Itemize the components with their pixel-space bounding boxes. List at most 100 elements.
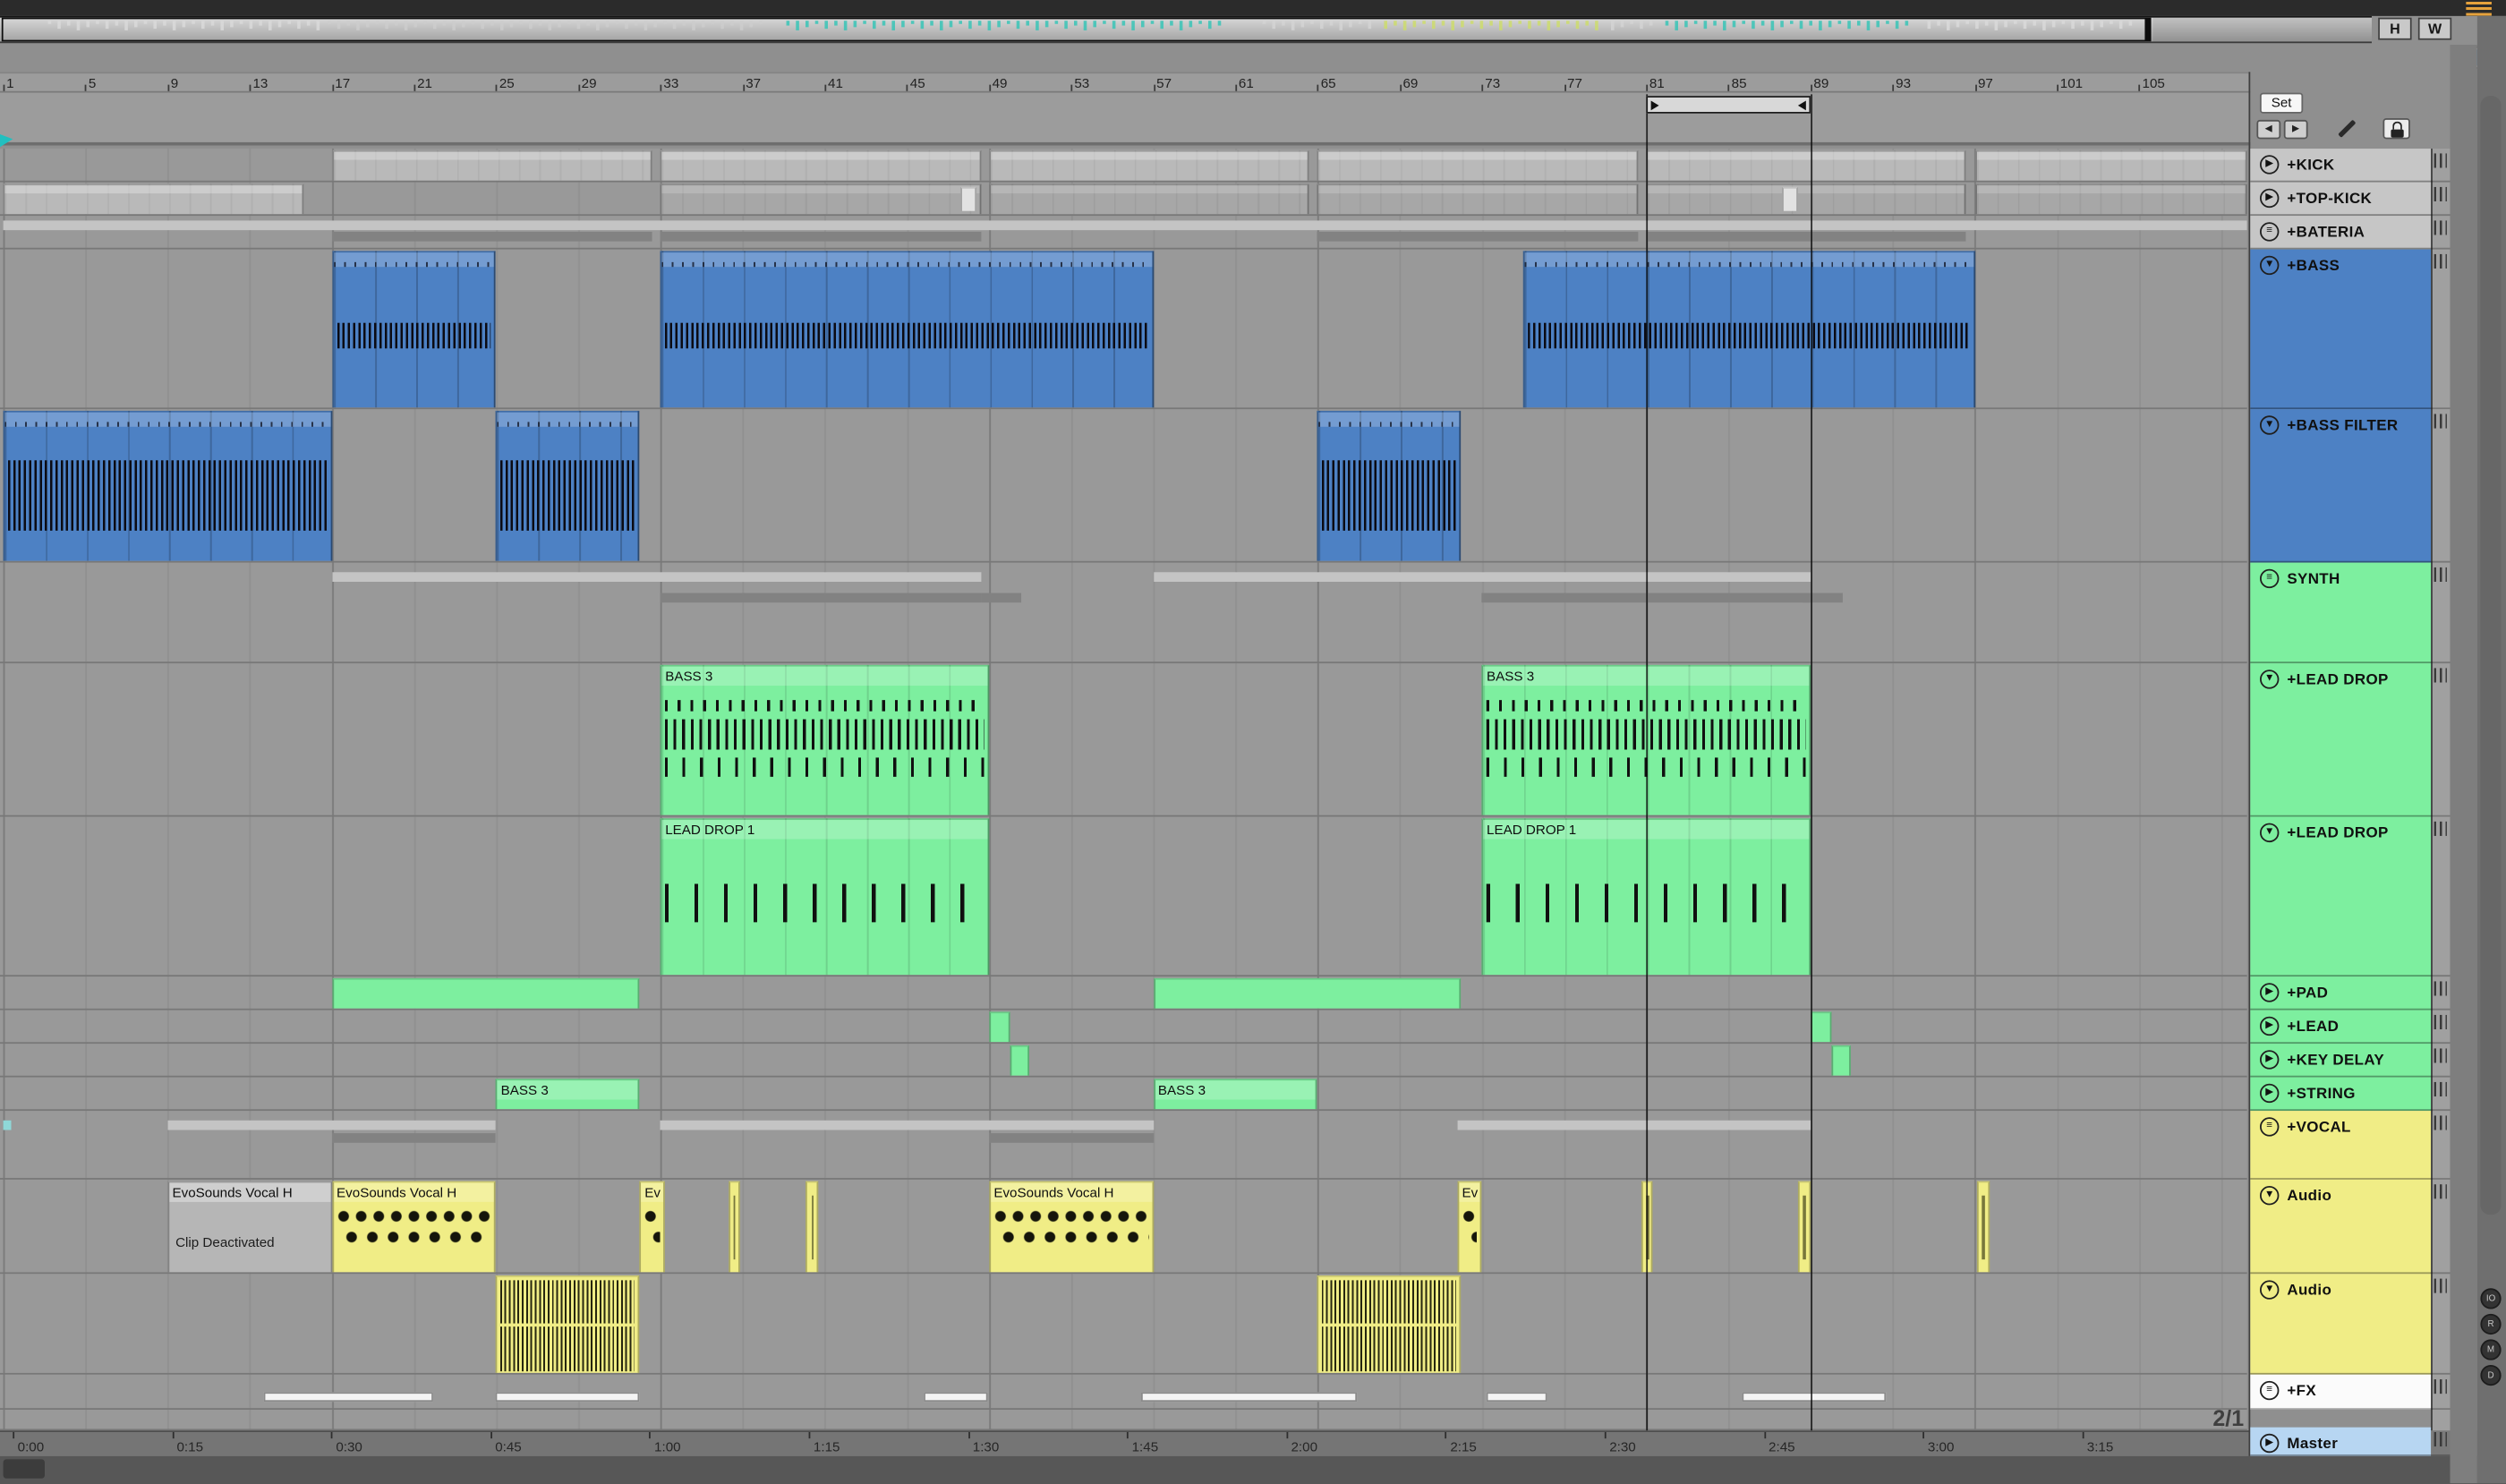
play-icon[interactable]: ▶ <box>2259 188 2280 209</box>
clip-gplain[interactable] <box>1830 1045 1852 1076</box>
clip-fxbar[interactable] <box>263 1392 433 1403</box>
track-header-lead-drop-6[interactable]: ▼ +LEAD DROP <box>2250 663 2432 817</box>
clip-gplain[interactable] <box>331 977 640 1009</box>
track-header-bass-filter-4[interactable]: ▼ +BASS FILTER <box>2250 409 2432 563</box>
clip-bass-3[interactable]: BASS 3 <box>496 1079 640 1110</box>
clip-ysliver[interactable] <box>728 1181 741 1273</box>
clip-gray2[interactable] <box>988 183 1309 215</box>
track-lane-bass-3[interactable] <box>0 250 2247 410</box>
track-lane-pad-8[interactable] <box>0 977 2247 1011</box>
clip-fxbar[interactable] <box>496 1392 640 1403</box>
clip-mini-dark[interactable] <box>660 593 981 603</box>
clip-ysliver[interactable] <box>1976 1181 1990 1273</box>
track-lane-vocal-12[interactable] <box>0 1111 2247 1180</box>
track-header-audio-14[interactable]: ▼ Audio <box>2250 1274 2432 1375</box>
track-lane-top-kick-1[interactable] <box>0 183 2247 217</box>
track-header-bass-3[interactable]: ▼ +BASS <box>2250 249 2432 410</box>
track-lane-string-11[interactable]: BASS 3 BASS 3 <box>0 1078 2247 1112</box>
track-lane-audio-13[interactable]: EvoSounds Vocal H Clip Deactivated EvoSoun… <box>0 1180 2247 1275</box>
clip-mini-light[interactable] <box>1153 572 1811 582</box>
track-lane-key-delay-10[interactable] <box>0 1044 2247 1078</box>
track-lane-bateria-2[interactable] <box>0 216 2247 250</box>
track-lane-lead-drop-6[interactable]: BASS 3 BASS 3 <box>0 663 2247 817</box>
track-header-master-16[interactable]: ▶ Master <box>2250 1427 2432 1456</box>
clip-mini-light[interactable] <box>331 572 981 582</box>
track-header-pad-8[interactable]: ▶ +PAD <box>2250 977 2432 1011</box>
clip-mini-light[interactable] <box>3 220 2247 231</box>
clip-ev[interactable]: Ev <box>639 1181 665 1273</box>
fold-icon[interactable]: ▼ <box>2259 823 2280 843</box>
play-icon[interactable]: ▶ <box>2259 1016 2280 1036</box>
clip-fxbar[interactable] <box>1486 1392 1548 1403</box>
clip-evosounds-vocal-h[interactable]: EvoSounds Vocal H <box>988 1181 1154 1273</box>
clip-gray[interactable] <box>331 149 652 181</box>
track-lane-lead-9[interactable] <box>0 1011 2247 1045</box>
clip-mini-cyan[interactable] <box>3 1120 12 1130</box>
track-lane-master-16[interactable] <box>0 1410 2247 1431</box>
clip-bass[interactable] <box>1522 251 1975 408</box>
clip-gray[interactable] <box>3 183 303 215</box>
fold-icon[interactable]: ▼ <box>2259 1185 2280 1206</box>
clip-evosounds-vocal-h[interactable]: EvoSounds Vocal H <box>331 1181 497 1273</box>
clip-gplain[interactable] <box>988 1011 1010 1043</box>
clip-mini-light[interactable] <box>1457 1120 1811 1130</box>
track-header-lead-drop-7[interactable]: ▼ +LEAD DROP <box>2250 816 2432 977</box>
group-menu-icon[interactable]: ≡ <box>2259 568 2280 589</box>
clip-ydense[interactable] <box>1317 1275 1462 1373</box>
clip-gplain[interactable] <box>1810 1011 1831 1043</box>
clip-ysliver[interactable] <box>1798 1181 1811 1273</box>
track-lane-kick-0[interactable] <box>0 149 2247 183</box>
group-menu-icon[interactable]: ≡ <box>2259 222 2280 242</box>
track-header-synth-5[interactable]: ≡ SYNTH <box>2250 562 2432 664</box>
play-icon[interactable]: ▶ <box>2259 155 2280 175</box>
track-header-vocal-12[interactable]: ≡ +VOCAL <box>2250 1111 2432 1180</box>
clip-mini-dark[interactable] <box>988 1133 1154 1143</box>
clip-lead-drop-1[interactable]: LEAD DROP 1 <box>660 818 989 976</box>
fold-icon[interactable]: ▼ <box>2259 255 2280 276</box>
track-header-fx-15[interactable]: ≡ +FX <box>2250 1374 2432 1410</box>
clip-bassfilter[interactable] <box>1317 410 1462 561</box>
clip-fxbar[interactable] <box>1743 1392 1887 1403</box>
clip-bass-3[interactable]: BASS 3 <box>1153 1079 1318 1110</box>
clip-bassfilter[interactable] <box>496 410 640 561</box>
track-header-lead-9[interactable]: ▶ +LEAD <box>2250 1010 2432 1045</box>
play-icon[interactable]: ▶ <box>2259 983 2280 1002</box>
group-menu-icon[interactable]: ≡ <box>2259 1117 2280 1137</box>
track-lane-audio-14[interactable] <box>0 1274 2247 1375</box>
play-icon[interactable]: ▶ <box>2259 1083 2280 1104</box>
clip-fxbar[interactable] <box>1140 1392 1357 1403</box>
loop-boundary-line[interactable] <box>1810 94 1812 1431</box>
clip-gplain[interactable] <box>1009 1045 1030 1076</box>
clip-mini-dark[interactable] <box>331 1133 497 1143</box>
loop-brace[interactable] <box>1646 96 1811 114</box>
track-header-top-kick-1[interactable]: ▶ +TOP-KICK <box>2250 182 2432 217</box>
clip-mini-dark[interactable] <box>660 231 981 242</box>
track-lane-bass-filter-4[interactable] <box>0 409 2247 563</box>
track-header-key-delay-10[interactable]: ▶ +KEY DELAY <box>2250 1044 2432 1078</box>
play-icon[interactable]: ▶ <box>2259 1433 2280 1454</box>
clip-gray[interactable] <box>1974 149 2247 181</box>
clip-grayb[interactable] <box>1781 186 1799 211</box>
track-lane-fx-15[interactable] <box>0 1375 2247 1410</box>
track-header-bateria-2[interactable]: ≡ +BATERIA <box>2250 216 2432 250</box>
clip-gray[interactable] <box>988 149 1309 181</box>
clip-gray2[interactable] <box>1646 183 1967 215</box>
fold-icon[interactable]: ▼ <box>2259 670 2280 689</box>
loop-boundary-line[interactable] <box>1646 94 1649 1431</box>
clip-grayb[interactable] <box>959 186 977 211</box>
track-header-audio-13[interactable]: ▼ Audio <box>2250 1179 2432 1275</box>
play-icon[interactable]: ▶ <box>2259 1050 2280 1070</box>
clip-mini-light[interactable] <box>167 1120 497 1130</box>
track-header-string-11[interactable]: ▶ +STRING <box>2250 1077 2432 1112</box>
clip-bass-3[interactable]: BASS 3 <box>660 664 989 815</box>
clip-mini-dark[interactable] <box>980 593 1022 603</box>
clip-gray2[interactable] <box>1317 183 1639 215</box>
clip-gray[interactable] <box>1317 149 1639 181</box>
clip-mini-dark[interactable] <box>331 231 652 242</box>
track-lane-lead-drop-7[interactable]: LEAD DROP 1 LEAD DROP 1 <box>0 816 2247 977</box>
clip-mini-dark[interactable] <box>1646 231 1967 242</box>
clip-gray[interactable] <box>660 149 981 181</box>
clip-gray2[interactable] <box>660 183 981 215</box>
track-header-kick-0[interactable]: ▶ +KICK <box>2250 149 2432 183</box>
fold-icon[interactable]: ▼ <box>2259 1280 2280 1300</box>
